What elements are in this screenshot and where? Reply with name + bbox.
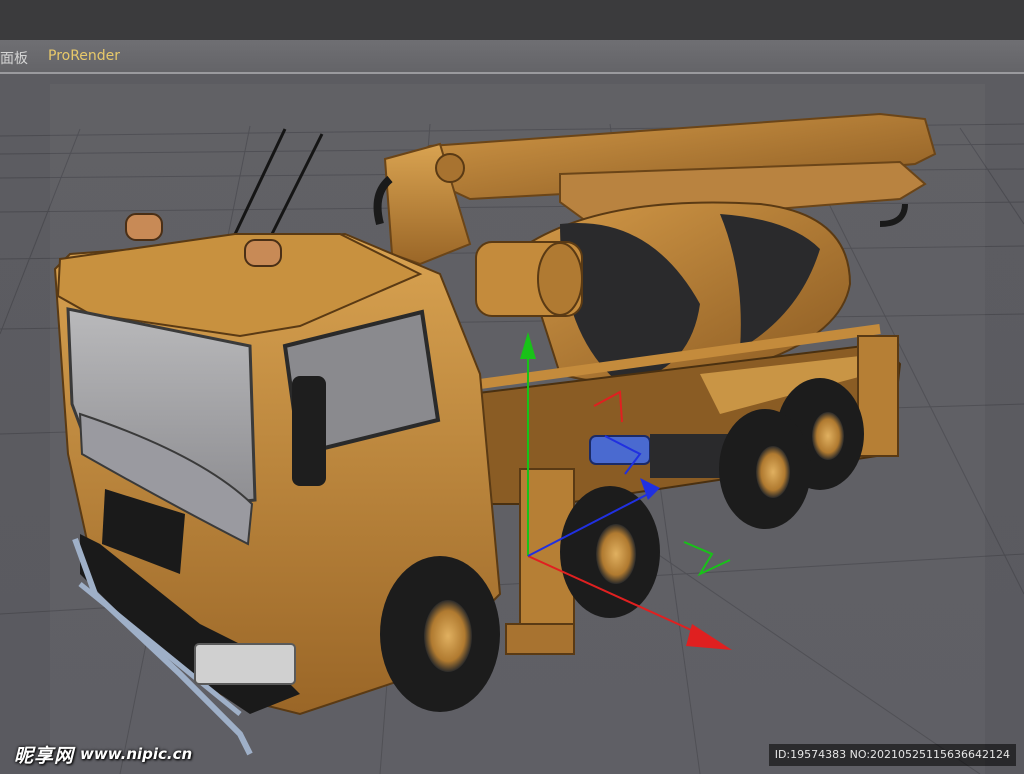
front-wheel [380,556,500,712]
watermark-brand-text: 昵享网 [14,744,75,767]
menu-bar: 面板 ProRender [0,40,1024,74]
watermark-brand-area: 昵享网 www.nipic.cn [14,742,193,767]
watermark-url-text: www.nipic.cn [80,745,193,763]
window-titlebar [0,0,1024,40]
menu-item-prorender[interactable]: ProRender [48,48,120,64]
watermark-id-badge: ID:19574383 NO:20210525115636642124 [768,744,1016,766]
menu-item-panel[interactable]: 面板 [0,48,28,68]
3d-viewport[interactable] [0,74,1024,774]
